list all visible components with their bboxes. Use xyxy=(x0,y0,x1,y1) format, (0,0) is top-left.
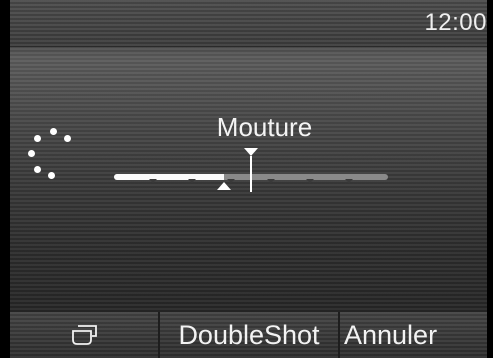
target-line xyxy=(250,156,252,192)
cancel-button[interactable]: Annuler xyxy=(338,312,487,358)
slider-tick xyxy=(188,179,197,183)
double-shot-button[interactable]: DoubleShot xyxy=(158,312,338,358)
coffee-machine-display: 12:00 Mouture DoubleShot Annuler xyxy=(10,0,487,358)
cup-button[interactable] xyxy=(10,312,158,358)
status-bar: 12:00 xyxy=(10,0,487,47)
slider-tick xyxy=(344,179,353,183)
slider-tick xyxy=(266,179,275,183)
slider-fill xyxy=(114,174,224,180)
slider-tick xyxy=(305,179,314,183)
slider-tick xyxy=(227,179,236,183)
target-marker-icon xyxy=(244,148,258,156)
softkey-bar: DoubleShot Annuler xyxy=(10,312,487,358)
current-level-marker-icon[interactable] xyxy=(216,182,231,190)
clock: 12:00 xyxy=(424,9,487,36)
grind-level-slider[interactable] xyxy=(114,146,388,196)
slider-tick xyxy=(149,179,158,183)
cup-icon xyxy=(72,325,97,345)
setting-title: Mouture xyxy=(216,112,313,142)
